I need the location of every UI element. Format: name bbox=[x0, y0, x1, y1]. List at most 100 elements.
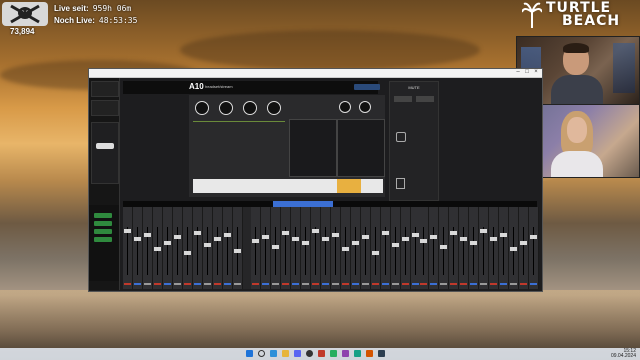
fader-cap[interactable] bbox=[510, 247, 517, 251]
app-icon[interactable] bbox=[330, 350, 337, 357]
channel-strip[interactable] bbox=[271, 207, 281, 289]
fader-cap[interactable] bbox=[124, 229, 131, 233]
fader-cap[interactable] bbox=[500, 233, 507, 237]
close-icon[interactable]: × bbox=[532, 69, 540, 75]
channel-strip[interactable] bbox=[489, 207, 499, 289]
fader-cap[interactable] bbox=[234, 249, 241, 253]
mute-button[interactable] bbox=[394, 96, 412, 102]
channel-strip[interactable] bbox=[381, 207, 391, 289]
fader-cap[interactable] bbox=[224, 233, 231, 237]
mute-button[interactable] bbox=[416, 96, 434, 102]
fader-cap[interactable] bbox=[144, 233, 151, 237]
fader-cap[interactable] bbox=[450, 231, 457, 235]
layer-button[interactable] bbox=[94, 229, 112, 234]
pan-knob[interactable] bbox=[339, 101, 351, 113]
channel-strip[interactable] bbox=[143, 207, 153, 289]
app-icon[interactable] bbox=[342, 350, 349, 357]
window-titlebar[interactable]: – □ × bbox=[89, 69, 542, 78]
fader-cap[interactable] bbox=[134, 237, 141, 241]
channel-strip[interactable] bbox=[331, 207, 341, 289]
channel-strip[interactable] bbox=[163, 207, 173, 289]
browser-icon[interactable] bbox=[270, 350, 277, 357]
fader-cap[interactable] bbox=[490, 237, 497, 241]
fader-cap[interactable] bbox=[440, 245, 447, 249]
channel-strip[interactable] bbox=[419, 207, 429, 289]
app-icon[interactable] bbox=[378, 350, 385, 357]
channel-strip[interactable] bbox=[351, 207, 361, 289]
channel-strip[interactable] bbox=[183, 207, 193, 289]
fader-cap[interactable] bbox=[352, 241, 359, 245]
gain-knob[interactable] bbox=[195, 101, 209, 115]
fader-cap[interactable] bbox=[312, 229, 319, 233]
fader-cap[interactable] bbox=[174, 235, 181, 239]
fader-cap[interactable] bbox=[412, 233, 419, 237]
fader-cap[interactable] bbox=[214, 237, 221, 241]
fader-cap[interactable] bbox=[392, 243, 399, 247]
fader-cap[interactable] bbox=[430, 235, 437, 239]
channel-strip[interactable] bbox=[193, 207, 203, 289]
channel-strip[interactable] bbox=[261, 207, 271, 289]
channel-strip[interactable] bbox=[233, 207, 243, 289]
fader-cap[interactable] bbox=[530, 235, 537, 239]
channel-strip[interactable] bbox=[223, 207, 233, 289]
fader-cap[interactable] bbox=[480, 229, 487, 233]
layer-button[interactable] bbox=[94, 237, 112, 242]
nav-button[interactable] bbox=[91, 81, 119, 97]
channel-strip[interactable] bbox=[291, 207, 301, 289]
fader-cap[interactable] bbox=[520, 241, 527, 245]
fader-cap[interactable] bbox=[252, 239, 259, 243]
channel-strip[interactable] bbox=[203, 207, 213, 289]
channel-strip[interactable] bbox=[519, 207, 529, 289]
minimize-icon[interactable]: – bbox=[514, 69, 522, 75]
fader-cap[interactable] bbox=[470, 241, 477, 245]
channel-strip[interactable] bbox=[123, 207, 133, 289]
fader-cap[interactable] bbox=[302, 241, 309, 245]
nav-toggle[interactable] bbox=[96, 143, 114, 149]
channel-strip[interactable] bbox=[153, 207, 163, 289]
channel-strip[interactable] bbox=[301, 207, 311, 289]
gain-knob[interactable] bbox=[219, 101, 233, 115]
discord-icon[interactable] bbox=[294, 350, 301, 357]
fader-cap[interactable] bbox=[262, 235, 269, 239]
fader-cap[interactable] bbox=[184, 251, 191, 255]
channel-strip[interactable] bbox=[459, 207, 469, 289]
pan-knob[interactable] bbox=[359, 101, 371, 113]
fader-cap[interactable] bbox=[372, 251, 379, 255]
channel-strip[interactable] bbox=[321, 207, 331, 289]
channel-strip[interactable] bbox=[479, 207, 489, 289]
channel-strip[interactable] bbox=[469, 207, 479, 289]
channel-strip[interactable] bbox=[509, 207, 519, 289]
channel-strip[interactable] bbox=[529, 207, 539, 289]
gain-knob[interactable] bbox=[267, 101, 281, 115]
app-icon[interactable] bbox=[354, 350, 361, 357]
fader-cap[interactable] bbox=[402, 237, 409, 241]
fader-cap[interactable] bbox=[164, 241, 171, 245]
channel-strip[interactable] bbox=[499, 207, 509, 289]
fader-cap[interactable] bbox=[362, 235, 369, 239]
channel-strip[interactable] bbox=[281, 207, 291, 289]
channel-strip[interactable] bbox=[341, 207, 351, 289]
app-icon[interactable] bbox=[366, 350, 373, 357]
header-button[interactable] bbox=[354, 84, 380, 90]
channel-strip[interactable] bbox=[311, 207, 321, 289]
search-icon[interactable] bbox=[258, 350, 265, 357]
scene-icon[interactable] bbox=[396, 132, 406, 142]
save-icon[interactable] bbox=[396, 178, 405, 189]
nav-button[interactable] bbox=[91, 100, 119, 116]
fader-cap[interactable] bbox=[282, 231, 289, 235]
channel-strip[interactable] bbox=[391, 207, 401, 289]
fader-cap[interactable] bbox=[154, 247, 161, 251]
fader-cap[interactable] bbox=[322, 237, 329, 241]
windows-start-icon[interactable] bbox=[246, 350, 253, 357]
channel-strip[interactable] bbox=[213, 207, 223, 289]
fader-cap[interactable] bbox=[332, 233, 339, 237]
channel-strip[interactable] bbox=[371, 207, 381, 289]
channel-strip[interactable] bbox=[361, 207, 371, 289]
channel-strip[interactable] bbox=[429, 207, 439, 289]
layer-button[interactable] bbox=[94, 213, 112, 218]
channel-strip[interactable] bbox=[251, 207, 261, 289]
channel-strip[interactable] bbox=[449, 207, 459, 289]
fader-cap[interactable] bbox=[292, 237, 299, 241]
maximize-icon[interactable]: □ bbox=[523, 69, 531, 75]
fader-cap[interactable] bbox=[272, 245, 279, 249]
